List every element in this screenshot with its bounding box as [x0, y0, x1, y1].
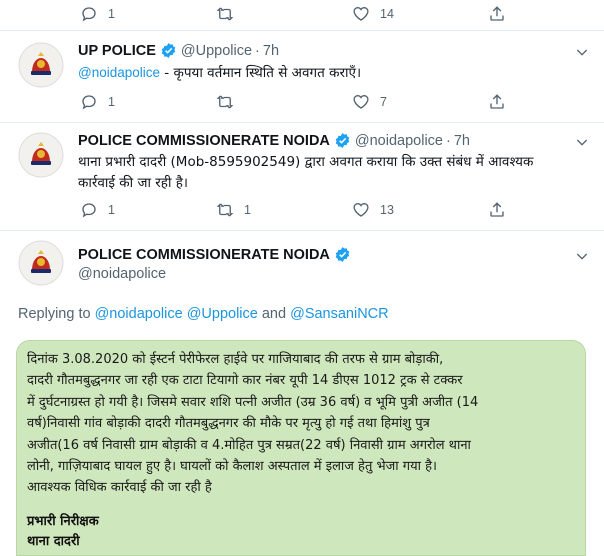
retweet-button[interactable]: 1: [216, 201, 352, 219]
retweet-icon: [216, 203, 234, 217]
avatar[interactable]: [18, 240, 64, 286]
image-text-line: में दुर्घटनाग्रस्त हो गयी है। जिसमे सवार…: [27, 394, 479, 410]
tweet-actions: 1 1 13: [80, 200, 604, 220]
chevron-down-icon[interactable]: [574, 248, 590, 264]
author-name[interactable]: POLICE COMMISSIONERATE NOIDA: [78, 247, 330, 263]
reply-button[interactable]: 1: [80, 201, 216, 219]
police-emblem-icon: [18, 42, 64, 88]
chevron-down-icon[interactable]: [574, 44, 590, 60]
heart-icon: [353, 203, 369, 217]
handle-row: @noidapolice: [78, 266, 166, 282]
mention-link[interactable]: @noidapolice: [78, 65, 160, 80]
share-icon: [490, 94, 504, 109]
top-tweet-actions: 1 14: [80, 4, 604, 24]
mention-link[interactable]: @SansaniNCR: [290, 306, 389, 322]
timestamp[interactable]: 7h: [454, 133, 470, 149]
author-handle[interactable]: @noidapolice: [78, 266, 166, 282]
mention-link[interactable]: @noidapolice: [95, 306, 183, 322]
mention-link[interactable]: @Uppolice: [187, 306, 258, 322]
verified-badge-icon: [335, 247, 350, 262]
reply-icon: [82, 203, 96, 218]
share-button[interactable]: [488, 201, 604, 219]
reply-icon: [82, 7, 96, 22]
signature-station: थाना दादरी: [27, 534, 80, 549]
police-emblem-icon: [18, 240, 64, 286]
reply-icon: [82, 95, 96, 110]
heart-icon: [353, 7, 369, 21]
tweet-header: POLICE COMMISSIONERATE NOIDA: [78, 246, 355, 263]
share-button[interactable]: [488, 93, 604, 111]
like-button[interactable]: 13: [352, 201, 488, 219]
retweet-icon: [216, 95, 234, 109]
divider: [0, 230, 604, 231]
author-handle[interactable]: @noidapolice: [355, 133, 443, 149]
image-text-line: लोनी, गाज़ियाबाद घायल हुए है। घायलों को …: [27, 459, 437, 475]
share-icon: [490, 202, 504, 217]
like-button[interactable]: 14: [352, 5, 488, 23]
police-emblem-icon: [18, 132, 64, 178]
verified-badge-icon: [335, 133, 350, 148]
tweet-body: - कृपया वर्तमान स्थिति से अवगत कराएँ।: [160, 65, 362, 81]
tweet-body-line: कार्रवाई की जा रही है।: [78, 175, 189, 191]
tweet-body-line: थाना प्रभारी दादरी (Mob-8595902549) द्वा…: [78, 154, 534, 170]
author-name[interactable]: POLICE COMMISSIONERATE NOIDA: [78, 133, 330, 149]
image-text-line: आवश्यक विधिक कार्रवाई की जा रही है: [27, 480, 212, 496]
replying-to: Replying to @noidapolice @Uppolice and @…: [18, 306, 389, 322]
separator-dot: ·: [445, 132, 451, 149]
avatar[interactable]: [18, 132, 64, 178]
heart-icon: [353, 95, 369, 109]
share-icon: [490, 6, 504, 21]
tweet-image[interactable]: दिनांक 3.08.2020 को ईस्टर्न पेरीफेरल हाई…: [16, 340, 586, 556]
timestamp[interactable]: 7h: [263, 43, 279, 59]
image-text-line: दिनांक 3.08.2020 को ईस्टर्न पेरीफेरल हाई…: [27, 352, 444, 367]
share-button[interactable]: [488, 5, 604, 23]
verified-badge-icon: [161, 43, 176, 58]
retweet-icon: [216, 7, 234, 21]
tweet-actions: 1 7: [80, 92, 604, 112]
divider: [0, 122, 604, 123]
divider: [0, 30, 604, 31]
image-text-line: दादरी गौतमबुद्धनगर जा रही एक टाटा टियागो…: [27, 373, 463, 389]
retweet-button[interactable]: [216, 5, 352, 23]
tweet-text: थाना प्रभारी दादरी (Mob-8595902549) द्वा…: [78, 152, 590, 194]
author-handle[interactable]: @Uppolice: [181, 43, 252, 59]
avatar[interactable]: [18, 42, 64, 88]
separator-dot: ·: [255, 42, 260, 59]
retweet-button[interactable]: [216, 93, 352, 111]
like-button[interactable]: 7: [352, 93, 488, 111]
reply-button[interactable]: 1: [80, 93, 216, 111]
tweet-header: UP POLICE @Uppolice · 7h: [78, 42, 279, 59]
author-name[interactable]: UP POLICE: [78, 43, 156, 59]
tweet-text: @noidapolice - कृपया वर्तमान स्थिति से अ…: [78, 62, 590, 84]
signature-title: प्रभारी निरीक्षक: [27, 514, 99, 529]
image-text-line: वर्ष)निवासी गांव बोड़ाकी दादरी गौतमबुद्ध…: [27, 416, 430, 432]
image-text-line: अजीत(16 वर्ष निवासी ग्राम बोड़ाकी व 4.मो…: [27, 437, 471, 453]
image-text: दिनांक 3.08.2020 को ईस्टर्न पेरीफेरल हाई…: [27, 349, 579, 499]
tweet-header: POLICE COMMISSIONERATE NOIDA @noidapolic…: [78, 132, 470, 149]
chevron-down-icon[interactable]: [574, 134, 590, 150]
reply-button[interactable]: 1: [80, 5, 216, 23]
